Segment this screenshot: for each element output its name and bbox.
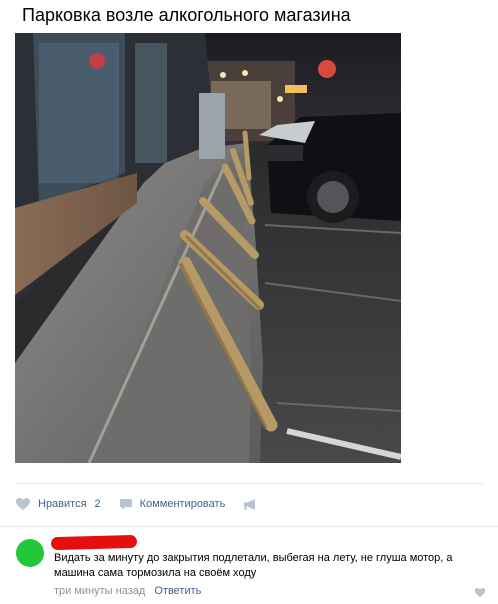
megaphone-icon	[244, 498, 256, 510]
post-photo[interactable]	[15, 33, 401, 463]
parking-lot-photo	[15, 33, 401, 463]
reply-button[interactable]: Ответить	[154, 585, 201, 597]
comment-item: Видать за минуту до закрытия подлетали, …	[0, 527, 498, 604]
heart-icon	[16, 498, 30, 510]
like-label: Нравится	[38, 498, 87, 510]
comment-button[interactable]: Комментировать	[119, 498, 226, 511]
comment-footer: три минуты назад Ответить	[54, 585, 201, 597]
comment-time[interactable]: три минуты назад	[54, 585, 145, 597]
avatar[interactable]	[16, 539, 44, 567]
comment-icon	[119, 498, 132, 510]
post-divider	[15, 483, 483, 484]
post-actions: Нравится 2 Комментировать	[15, 494, 485, 514]
share-button[interactable]	[243, 498, 266, 511]
redacted-author-name	[50, 534, 138, 551]
post-title: Парковка возле алкогольного магазина	[22, 5, 351, 25]
heart-icon	[474, 588, 486, 597]
comment-label: Комментировать	[139, 498, 226, 510]
like-count: 2	[94, 498, 101, 510]
comment-like-button[interactable]	[474, 585, 486, 603]
comment-text: Видать за минуту до закрытия подлетали, …	[54, 552, 453, 579]
like-button[interactable]: Нравится 2	[15, 497, 101, 511]
